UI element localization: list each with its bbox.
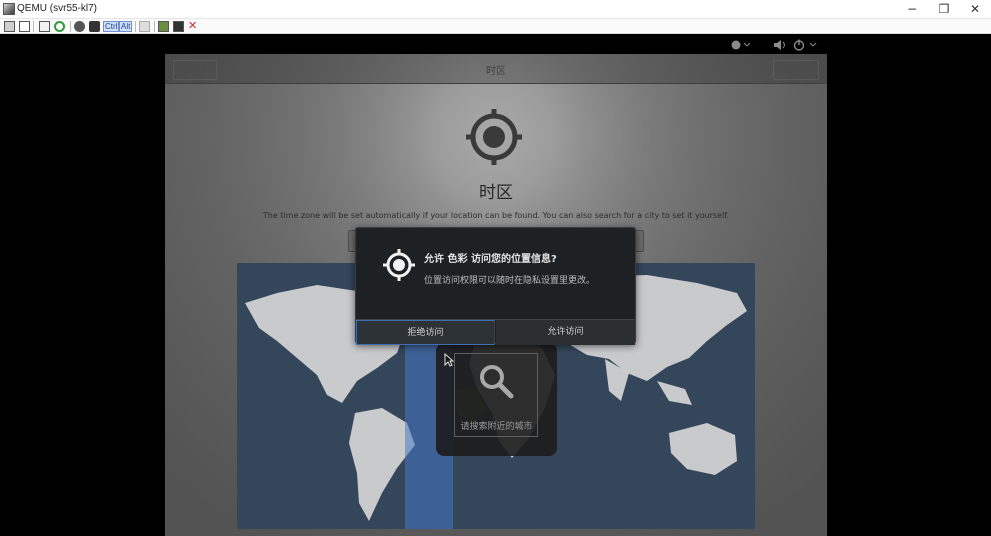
toolbar-separator [33, 21, 34, 32]
properties-icon[interactable] [4, 21, 15, 32]
dialog-body: 位置访问权限可以随时在隐私设置里更改。 [424, 276, 596, 286]
guest-display[interactable]: 返回(P) 时区 前进(N) 时区 The time zone will be … [0, 34, 991, 536]
city-search-popover: 请搜索附近的城市 [436, 343, 557, 456]
info-icon[interactable] [19, 21, 30, 32]
toolbar-separator [135, 21, 136, 32]
ctrl-key[interactable]: Ctrl [103, 21, 120, 32]
toolbar-separator [154, 21, 155, 32]
deny-access-button[interactable]: 拒绝访问 [356, 320, 495, 345]
view-icon[interactable] [74, 21, 85, 32]
paste-icon[interactable] [158, 21, 169, 32]
minimize-button[interactable]: − [896, 0, 928, 19]
search-icon [480, 365, 514, 399]
dialog-button-row: 拒绝访问 允许访问 [356, 319, 635, 345]
location-icon [383, 249, 415, 281]
page-heading: 时区 [479, 183, 513, 203]
fullscreen-icon[interactable] [39, 21, 50, 32]
location-permission-dialog: 允许 色彩 访问您的位置信息? 位置访问权限可以随时在隐私设置里更改。 拒绝访问… [355, 227, 636, 345]
copy-icon[interactable] [139, 21, 150, 32]
refresh-icon[interactable] [54, 21, 65, 32]
qemu-titlebar: QEMU (svr55-kl7) − ❐ ✕ [0, 0, 991, 19]
qemu-toolbar: Ctrl Alt ✕ [0, 19, 991, 34]
allow-access-button[interactable]: 允许访问 [496, 320, 635, 345]
power-icon[interactable] [793, 39, 819, 51]
save-icon[interactable] [173, 21, 184, 32]
close-window-button[interactable]: ✕ [959, 0, 991, 19]
volume-icon[interactable] [773, 39, 787, 51]
header-title: 时区 [486, 66, 506, 77]
maximize-button[interactable]: ❐ [928, 0, 960, 19]
mouse-cursor-icon [444, 353, 454, 367]
qemu-app-icon [3, 3, 15, 15]
dialog-title: 允许 色彩 访问您的位置信息? [424, 254, 557, 265]
search-placeholder-label: 请搜索附近的城市 [460, 422, 533, 432]
window-title: QEMU (svr55-kl7) [17, 3, 98, 14]
accessibility-icon[interactable] [730, 39, 752, 51]
alt-key[interactable]: Alt [119, 21, 133, 32]
toolbar-separator [70, 21, 71, 32]
location-icon [466, 109, 522, 165]
setup-header: 返回(P) 时区 前进(N) [165, 54, 827, 84]
mouse-icon[interactable] [89, 21, 100, 32]
next-button[interactable]: 前进(N) [773, 60, 819, 80]
page-description: The time zone will be set automatically … [262, 211, 730, 220]
close-icon[interactable]: ✕ [188, 19, 197, 32]
